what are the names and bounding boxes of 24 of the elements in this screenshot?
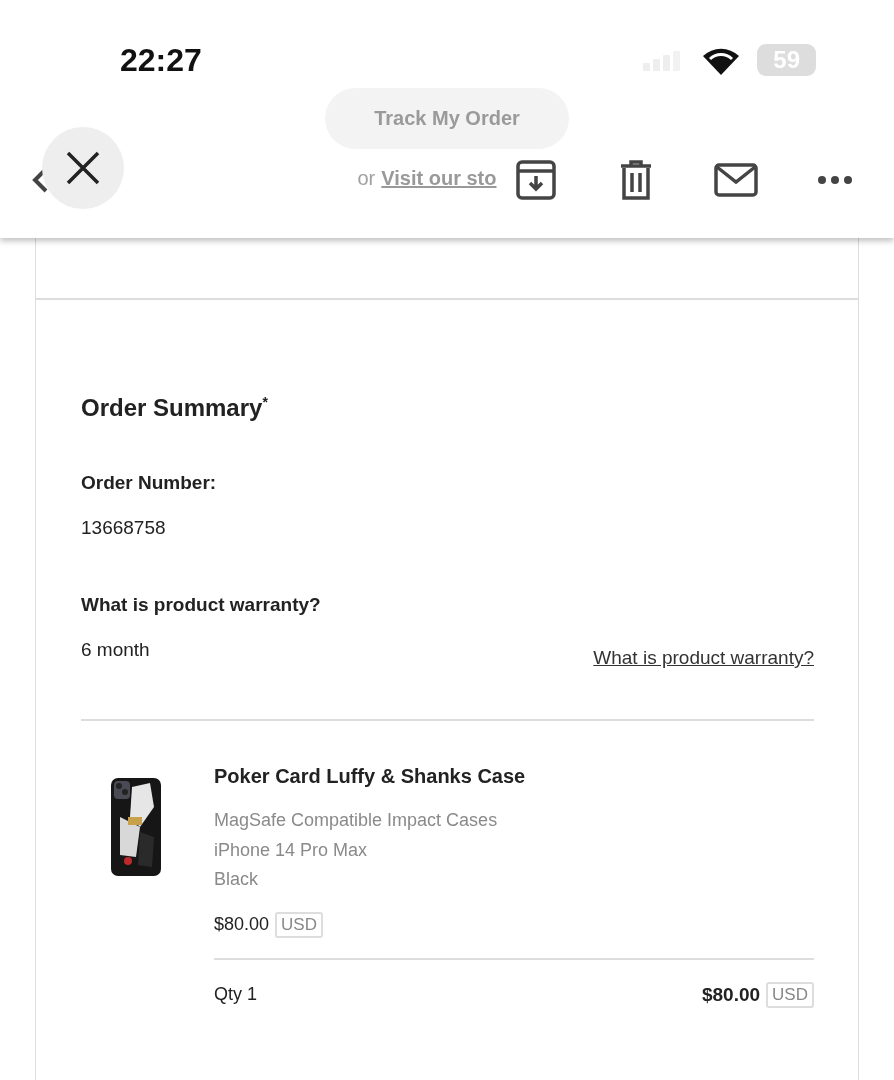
archive-icon[interactable] (516, 160, 556, 200)
warranty-value: 6 month (81, 639, 150, 661)
price: $80.00 (214, 914, 270, 935)
product-detail: Black (214, 868, 259, 891)
product-detail: iPhone 14 Pro Max (214, 838, 369, 862)
product-name: Poker Card Luffy & Shanks Case (214, 765, 527, 788)
trash-icon[interactable] (619, 160, 653, 200)
track-order-button[interactable]: Track My Order (325, 88, 569, 149)
total-price: $80.00 (701, 983, 761, 1006)
or-text: or (357, 167, 376, 190)
product-detail: MagSafe Compatible Impact Cases (214, 809, 499, 832)
quantity: Qty 1 (214, 984, 257, 1005)
mail-icon[interactable] (714, 163, 758, 197)
currency-tag: USD (766, 981, 814, 1008)
warranty-link[interactable]: What is product warranty? (593, 647, 814, 669)
order-number: 13668758 (81, 517, 167, 539)
field-label: What is product warranty? (81, 594, 322, 616)
store-link[interactable]: Visit our sto (381, 167, 497, 190)
section-title: Order Summary$^{*}$ (81, 394, 269, 422)
more-icon[interactable] (817, 175, 853, 185)
field-label: Order Number: (81, 472, 218, 494)
close-icon (65, 150, 101, 186)
currency-tag: USD (275, 911, 323, 938)
status-time: 22:27 (120, 41, 202, 79)
